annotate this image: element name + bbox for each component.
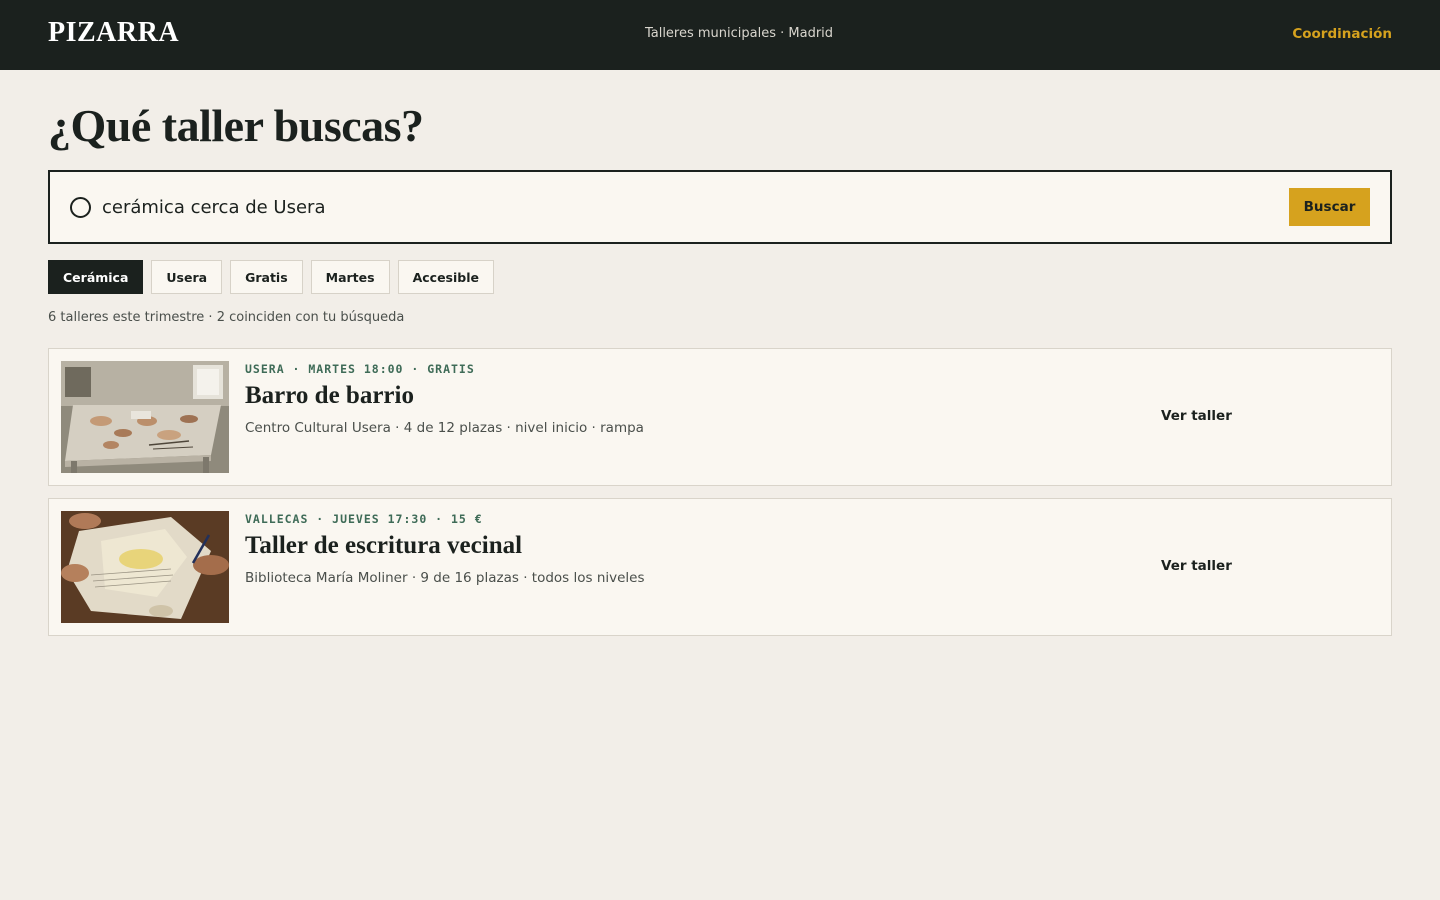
result-kicker: VALLECAS · JUEVES 17:30 · 15 €: [245, 512, 483, 526]
page-title: ¿Qué taller buscas?: [48, 100, 424, 151]
result-meta: Centro Cultural Usera · 4 de 12 plazas ·…: [245, 420, 644, 436]
result-card[interactable]: USERA · MARTES 18:00 · GRATIS Barro de b…: [48, 348, 1392, 486]
coordination-link[interactable]: Coordinación: [1292, 24, 1392, 44]
search-input[interactable]: [102, 188, 1222, 226]
view-workshop-link[interactable]: Ver taller: [1161, 407, 1232, 425]
filter-chips: Cerámica Usera Gratis Martes Accesible: [48, 260, 494, 294]
results-summary: 6 talleres este trimestre · 2 coinciden …: [48, 310, 405, 325]
ceramics-workshop-photo: [61, 361, 229, 473]
result-kicker: USERA · MARTES 18:00 · GRATIS: [245, 362, 475, 376]
filter-chip-martes[interactable]: Martes: [310, 260, 390, 294]
view-workshop-link[interactable]: Ver taller: [1161, 557, 1232, 575]
result-meta: Biblioteca María Moliner · 9 de 16 plaza…: [245, 570, 645, 586]
filter-chip-usera[interactable]: Usera: [151, 260, 223, 294]
result-title[interactable]: Barro de barrio: [245, 380, 414, 412]
top-bar: PIZARRA Talleres municipales · Madrid Co…: [0, 0, 1440, 70]
search-box: Buscar: [48, 170, 1392, 244]
filter-chip-gratis[interactable]: Gratis: [230, 260, 303, 294]
writing-workshop-photo: [61, 511, 229, 623]
filter-chip-accesible[interactable]: Accesible: [397, 260, 494, 294]
search-button[interactable]: Buscar: [1289, 188, 1370, 226]
search-icon: [70, 197, 91, 218]
header-tagline: Talleres municipales · Madrid: [644, 26, 834, 41]
filter-chip-ceramica[interactable]: Cerámica: [48, 260, 144, 294]
result-card[interactable]: VALLECAS · JUEVES 17:30 · 15 € Taller de…: [48, 498, 1392, 636]
result-title[interactable]: Taller de escritura vecinal: [245, 530, 522, 562]
